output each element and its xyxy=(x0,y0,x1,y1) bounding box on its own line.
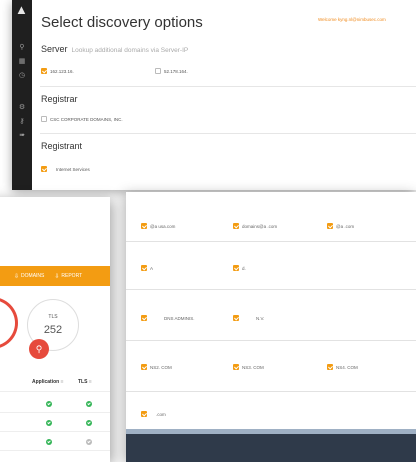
divider xyxy=(0,391,110,392)
checkbox[interactable] xyxy=(233,223,239,229)
download-icon: ⇩ xyxy=(54,273,60,280)
discovery-options-window: ▲ ⚲ ▦ ◷ ⚙ ⚷ ➠ Select discovery options W… xyxy=(12,0,416,190)
domain-option[interactable]: @a .com xyxy=(327,222,354,230)
domain-option[interactable]: DNS ADMINIS. xyxy=(141,314,195,322)
option-label: domains@a .com xyxy=(242,223,278,229)
divider xyxy=(40,133,416,134)
key-icon[interactable]: ⚷ xyxy=(18,118,26,126)
option-label: @a usa.com xyxy=(150,223,176,229)
column-label: Application xyxy=(32,379,60,385)
option-label: Internet Services xyxy=(56,166,90,172)
checkbox[interactable] xyxy=(233,315,239,321)
option-label: CSC CORPORATE DOMAINS, INC. xyxy=(50,116,123,122)
domain-option[interactable]: domains@a .com xyxy=(233,222,277,230)
divider xyxy=(126,241,416,242)
option-label: NS2. COM xyxy=(150,364,172,370)
option-label: NS4. COM xyxy=(336,364,358,370)
chart-icon[interactable]: ▦ xyxy=(18,58,26,66)
report-button[interactable]: ⇩ REPORT xyxy=(54,273,82,280)
status-ok-icon xyxy=(46,420,52,426)
filter-icon[interactable]: ≡ xyxy=(61,379,64,385)
option-label: 52.178.164. xyxy=(164,68,188,74)
checkbox[interactable] xyxy=(327,223,333,229)
option-label: .com xyxy=(156,411,166,417)
registrar-option-1[interactable]: CSC CORPORATE DOMAINS, INC. xyxy=(41,115,123,123)
report-button-label: REPORT xyxy=(61,273,83,279)
checkbox[interactable] xyxy=(141,315,147,321)
checkbox[interactable] xyxy=(41,116,47,122)
checkbox[interactable] xyxy=(141,223,147,229)
checkbox[interactable] xyxy=(327,364,333,370)
option-label: DNS ADMINIS. xyxy=(164,315,195,321)
dark-sidebar: ▲ ⚲ ▦ ◷ ⚙ ⚷ ➠ xyxy=(12,0,32,190)
welcome-link[interactable]: Welcome kyng.nl@nimbusec.com xyxy=(318,17,386,22)
divider xyxy=(40,86,416,87)
domain-option[interactable]: NS3. COM xyxy=(233,363,264,371)
action-bar: ⇩ DOMAINS ⇩ REPORT xyxy=(0,266,110,286)
divider xyxy=(126,289,416,290)
divider xyxy=(126,340,416,341)
domain-option[interactable]: N.V. xyxy=(233,314,264,322)
settings-icon[interactable]: ⚙ xyxy=(18,104,26,112)
column-header-application[interactable]: Application ≡ xyxy=(32,379,64,385)
registrant-option-1[interactable]: Internet Services xyxy=(41,165,90,173)
checkbox[interactable] xyxy=(233,364,239,370)
logout-icon[interactable]: ➠ xyxy=(18,132,26,140)
server-option-2[interactable]: 52.178.164. xyxy=(155,67,188,75)
divider xyxy=(126,391,416,392)
page-title: Select discovery options xyxy=(41,14,203,31)
domain-option[interactable]: NS4. COM xyxy=(327,363,358,371)
server-subtitle: Lookup additional domains via Server-IP xyxy=(71,47,189,54)
column-label: TLS xyxy=(78,379,88,385)
registrant-heading: Registrant xyxy=(41,141,83,151)
server-section-heading: Server Lookup additional domains via Serv… xyxy=(41,44,188,54)
checkbox[interactable] xyxy=(141,364,147,370)
status-neutral-icon xyxy=(86,439,92,445)
download-icon: ⇩ xyxy=(14,273,20,280)
divider xyxy=(0,450,110,451)
domain-option[interactable]: d. xyxy=(233,264,246,272)
option-label: d. xyxy=(242,265,246,271)
checkbox[interactable] xyxy=(141,265,147,271)
server-heading: Server xyxy=(41,44,68,54)
option-label: @a .com xyxy=(336,223,355,229)
option-label: 162.123.16. xyxy=(50,68,74,74)
domains-button[interactable]: ⇩ DOMAINS xyxy=(14,273,44,280)
domains-grid-window: @a usa.com domains@a .com @a .com A d. D… xyxy=(126,192,416,462)
registrar-heading: Registrar xyxy=(41,94,78,104)
checkbox[interactable] xyxy=(41,166,47,172)
option-label: A xyxy=(150,265,154,271)
history-icon[interactable]: ◷ xyxy=(18,72,26,80)
option-label: N.V. xyxy=(256,315,265,321)
tls-label: TLS xyxy=(48,314,58,320)
divider xyxy=(0,412,110,413)
logo-icon: ▲ xyxy=(15,2,28,17)
domain-option[interactable]: A xyxy=(141,264,153,272)
checkbox[interactable] xyxy=(155,68,161,74)
checkbox[interactable] xyxy=(41,68,47,74)
score-gauge xyxy=(0,297,18,349)
key-icon: ⚲ xyxy=(29,339,49,359)
search-icon[interactable]: ⚲ xyxy=(18,44,26,52)
domain-option[interactable]: @a usa.com xyxy=(141,222,175,230)
checkbox[interactable] xyxy=(141,411,147,417)
status-ok-icon xyxy=(46,439,52,445)
filter-icon[interactable]: ≡ xyxy=(89,379,92,385)
status-ok-icon xyxy=(86,420,92,426)
column-header-tls[interactable]: TLS ≡ xyxy=(78,379,92,385)
option-label: NS3. COM xyxy=(242,364,264,370)
tls-value: 252 xyxy=(43,324,63,336)
summary-window: ⇩ DOMAINS ⇩ REPORT TLS 252 ⚲ Application ≡… xyxy=(0,197,110,462)
checkbox[interactable] xyxy=(233,265,239,271)
window-footer xyxy=(126,429,416,462)
domain-option[interactable]: NS2. COM xyxy=(141,363,172,371)
status-ok-icon xyxy=(86,401,92,407)
domains-button-label: DOMAINS xyxy=(21,273,45,279)
divider xyxy=(0,431,110,432)
server-option-1[interactable]: 162.123.16. xyxy=(41,67,74,75)
domain-option[interactable]: .com xyxy=(141,410,166,418)
status-ok-icon xyxy=(46,401,52,407)
